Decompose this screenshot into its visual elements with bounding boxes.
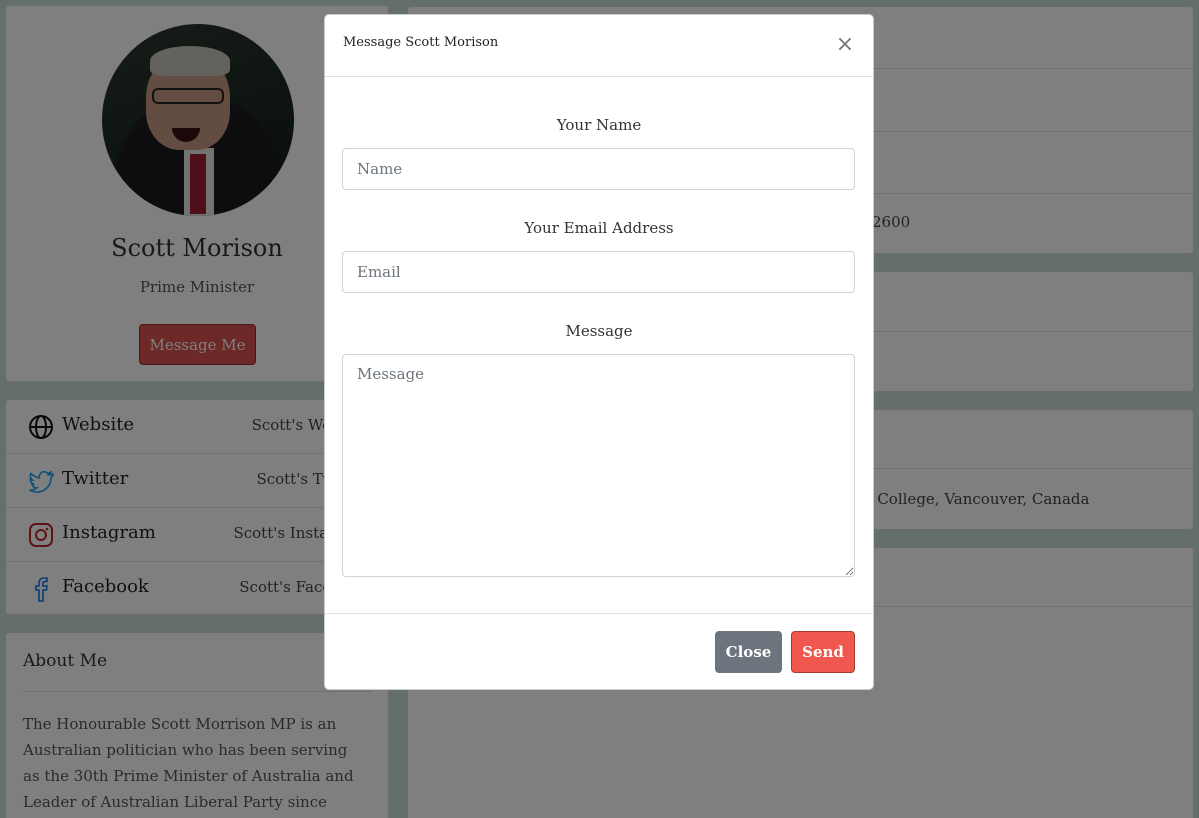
name-label: Your Name: [556, 116, 642, 134]
email-label: Your Email Address: [524, 219, 674, 237]
message-label: Message: [565, 322, 633, 340]
send-button[interactable]: Send: [791, 631, 855, 673]
close-button[interactable]: Close: [715, 631, 782, 673]
name-input[interactable]: [342, 148, 855, 190]
close-icon[interactable]: ×: [835, 33, 855, 57]
message-modal: Message Scott Morison × Your Name Your E…: [324, 14, 874, 690]
modal-title: Message Scott Morison: [343, 35, 499, 50]
modal-footer: Close Send: [325, 613, 873, 691]
message-textarea[interactable]: [342, 354, 855, 577]
email-input[interactable]: [342, 251, 855, 293]
modal-header: Message Scott Morison ×: [325, 15, 873, 77]
